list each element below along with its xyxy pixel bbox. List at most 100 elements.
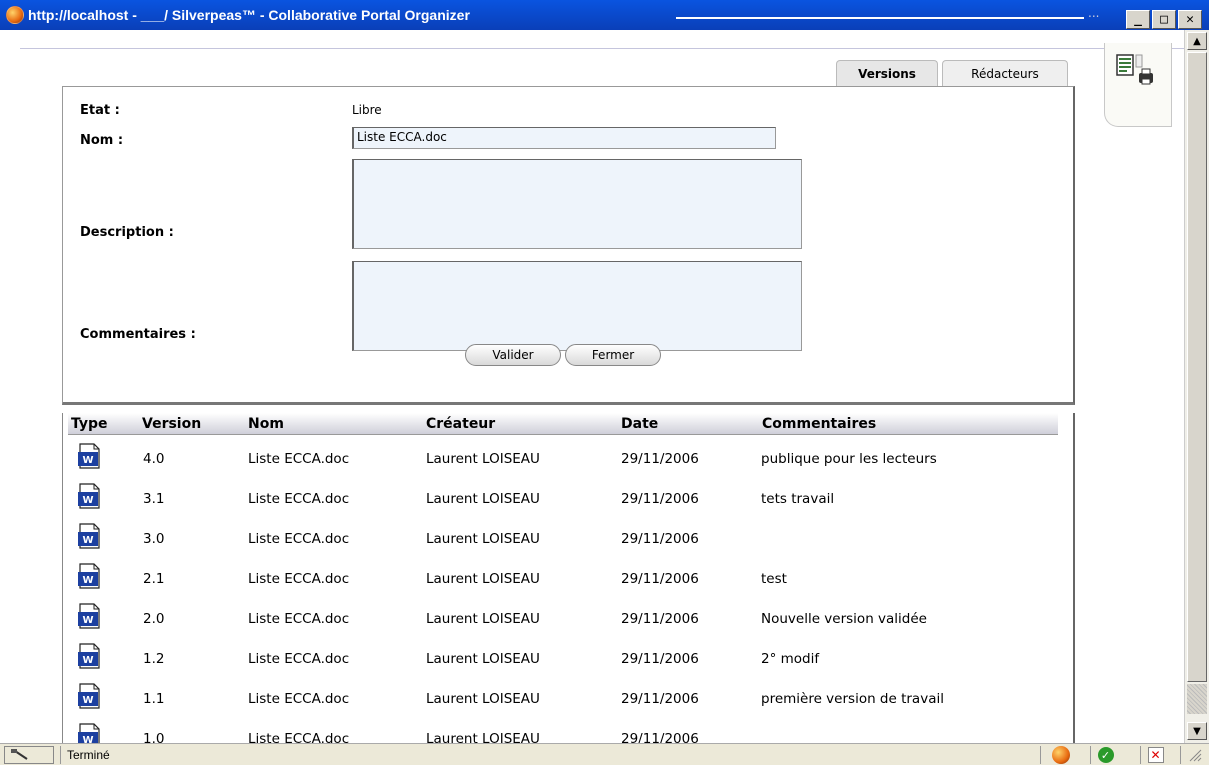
firefox-icon <box>6 6 24 24</box>
cell-commentaire: publique pour les lecteurs <box>761 451 937 467</box>
scroll-down-arrow-icon[interactable]: ▼ <box>1187 722 1207 740</box>
header-commentaires: Commentaires <box>762 416 877 432</box>
firefox-status-icon <box>1040 746 1080 764</box>
cell-date: 29/11/2006 <box>621 731 699 743</box>
cell-createur: Laurent LOISEAU <box>426 451 540 467</box>
vertical-scrollbar[interactable]: ▲ ▼ <box>1184 30 1209 743</box>
word-document-icon[interactable]: W <box>77 723 101 743</box>
svg-text:W: W <box>82 655 93 666</box>
fermer-button[interactable]: Fermer <box>565 344 661 366</box>
tab-versions[interactable]: Versions <box>836 60 938 86</box>
word-document-icon[interactable]: W <box>77 643 101 669</box>
cell-date: 29/11/2006 <box>621 531 699 547</box>
header-date: Date <box>621 416 659 432</box>
cell-nom: Liste ECCA.doc <box>248 571 350 587</box>
description-label: Description : <box>80 225 174 240</box>
cell-nom: Liste ECCA.doc <box>248 691 350 707</box>
page-content: Versions Rédacteurs Etat : Libre Nom : L… <box>0 30 1184 743</box>
table-header: Type Version Nom Créateur Date Commentai… <box>68 413 1058 435</box>
word-document-icon[interactable]: W <box>77 683 101 709</box>
cell-createur: Laurent LOISEAU <box>426 731 540 743</box>
cell-date: 29/11/2006 <box>621 611 699 627</box>
svg-text:W: W <box>82 455 93 466</box>
scroll-track[interactable] <box>1187 684 1207 714</box>
cell-version: 4.0 <box>143 451 165 467</box>
cell-date: 29/11/2006 <box>621 491 699 507</box>
cell-version: 2.1 <box>143 571 165 587</box>
title-underline <box>676 17 1084 19</box>
cell-version: 3.1 <box>143 491 165 507</box>
cell-commentaire: 2° modif <box>761 651 820 667</box>
header-createur: Créateur <box>426 416 496 432</box>
cell-nom: Liste ECCA.doc <box>248 731 350 743</box>
svg-text:W: W <box>82 535 93 546</box>
cell-nom: Liste ECCA.doc <box>248 491 350 507</box>
word-document-icon[interactable]: W <box>77 443 101 469</box>
commentaires-textarea[interactable] <box>352 261 802 351</box>
cell-date: 29/11/2006 <box>621 691 699 707</box>
word-document-icon[interactable]: W <box>77 523 101 549</box>
browser-window: http://localhost - ___/ Silverpeas™ - Co… <box>0 0 1209 765</box>
title-ellipsis: ... <box>1088 6 1100 20</box>
status-text: Terminé <box>60 746 1030 764</box>
valider-button[interactable]: Valider <box>465 344 561 366</box>
scroll-thumb[interactable] <box>1187 52 1207 682</box>
blocked-icon: ✕ <box>1140 746 1170 764</box>
header-version: Version <box>142 416 202 432</box>
cell-createur: Laurent LOISEAU <box>426 531 540 547</box>
cell-date: 29/11/2006 <box>621 651 699 667</box>
cell-nom: Liste ECCA.doc <box>248 651 350 667</box>
cell-commentaire: première version de travail <box>761 691 944 707</box>
svg-text:W: W <box>82 695 93 706</box>
connection-icon <box>4 746 54 764</box>
print-icon[interactable] <box>1115 53 1155 91</box>
cell-createur: Laurent LOISEAU <box>426 571 540 587</box>
cell-createur: Laurent LOISEAU <box>426 611 540 627</box>
cell-date: 29/11/2006 <box>621 571 699 587</box>
svg-text:W: W <box>82 495 93 506</box>
commentaires-label: Commentaires : <box>80 327 196 342</box>
nom-input[interactable]: Liste ECCA.doc <box>352 127 776 149</box>
etat-label: Etat : <box>80 103 120 118</box>
cell-version: 1.0 <box>143 731 165 743</box>
cell-version: 2.0 <box>143 611 165 627</box>
scroll-up-arrow-icon[interactable]: ▲ <box>1187 32 1207 50</box>
table-row[interactable]: W 4.0 Liste ECCA.doc Laurent LOISEAU 29/11/2… <box>63 441 1063 481</box>
print-tab[interactable] <box>1104 43 1172 127</box>
cell-createur: Laurent LOISEAU <box>426 691 540 707</box>
cell-date: 29/11/2006 <box>621 451 699 467</box>
table-row[interactable]: W 1.0 Liste ECCA.doc Laurent LOISEAU 29/11/2… <box>63 721 1063 743</box>
word-document-icon[interactable]: W <box>77 563 101 589</box>
title-bar: http://localhost - ___/ Silverpeas™ - Co… <box>0 0 1209 30</box>
word-document-icon[interactable]: W <box>77 603 101 629</box>
minimize-button[interactable]: _ <box>1126 10 1150 29</box>
table-row[interactable]: W 3.0 Liste ECCA.doc Laurent LOISEAU 29/11/2… <box>63 521 1063 561</box>
cell-nom: Liste ECCA.doc <box>248 531 350 547</box>
table-row[interactable]: W 3.1 Liste ECCA.doc Laurent LOISEAU 29/11/2… <box>63 481 1063 521</box>
table-row[interactable]: W 2.1 Liste ECCA.doc Laurent LOISEAU 29/11/2… <box>63 561 1063 601</box>
cell-commentaire: tets travail <box>761 491 835 507</box>
cell-commentaire: Nouvelle version validée <box>761 611 927 627</box>
resize-grip-icon[interactable] <box>1180 746 1208 764</box>
word-document-icon[interactable]: W <box>77 483 101 509</box>
close-button[interactable]: ✕ <box>1178 10 1202 29</box>
table-row[interactable]: W 1.1 Liste ECCA.doc Laurent LOISEAU 29/11/2… <box>63 681 1063 721</box>
etat-value: Libre <box>352 103 382 117</box>
maximize-button[interactable]: □ <box>1152 10 1176 29</box>
top-divider <box>20 48 1184 49</box>
cell-version: 1.1 <box>143 691 165 707</box>
cell-version: 3.0 <box>143 531 165 547</box>
cell-nom: Liste ECCA.doc <box>248 451 350 467</box>
svg-text:W: W <box>82 735 93 743</box>
svg-text:W: W <box>82 615 93 626</box>
cell-nom: Liste ECCA.doc <box>248 611 350 627</box>
cell-version: 1.2 <box>143 651 165 667</box>
header-type: Type <box>71 416 108 432</box>
description-textarea[interactable] <box>352 159 802 249</box>
cell-commentaire: test <box>761 571 787 587</box>
check-icon: ✓ <box>1090 746 1120 764</box>
table-row[interactable]: W 2.0 Liste ECCA.doc Laurent LOISEAU 29/11/2… <box>63 601 1063 641</box>
nom-label: Nom : <box>80 133 124 148</box>
tab-redacteurs[interactable]: Rédacteurs <box>942 60 1068 86</box>
table-row[interactable]: W 1.2 Liste ECCA.doc Laurent LOISEAU 29/11/2… <box>63 641 1063 681</box>
